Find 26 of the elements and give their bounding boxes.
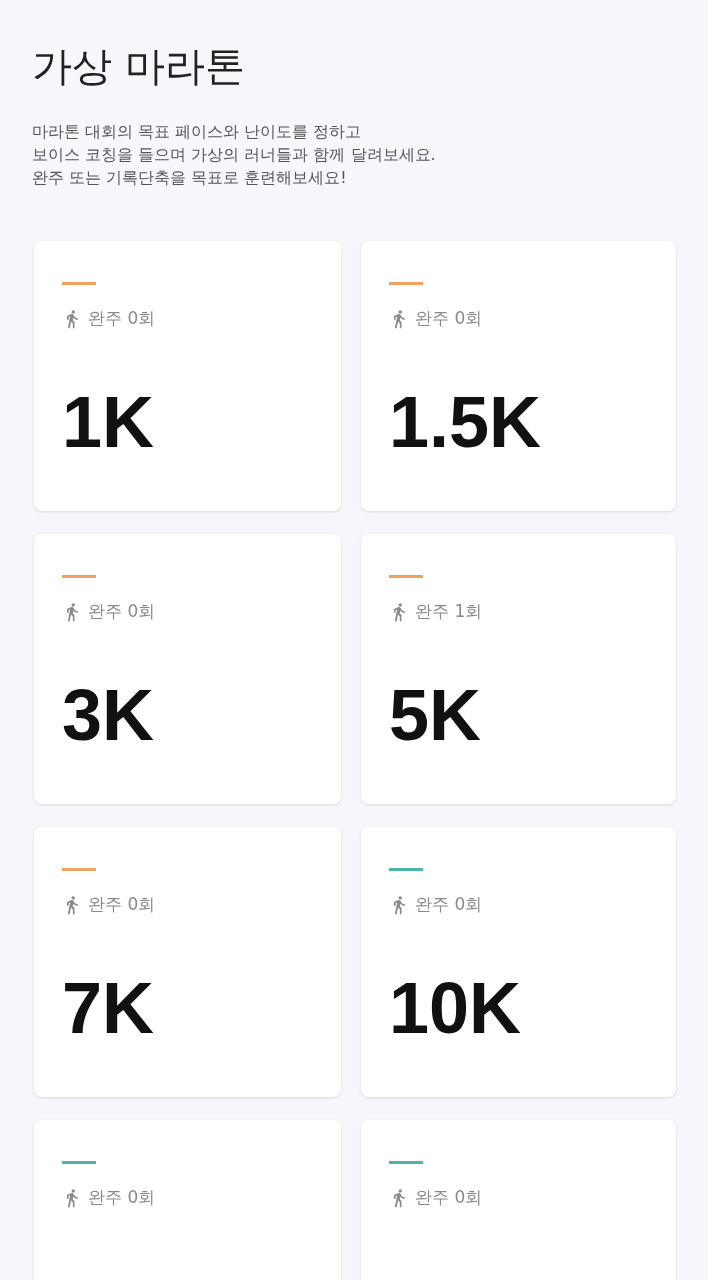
course-card[interactable]: 완주 0회 xyxy=(34,1120,341,1280)
course-card[interactable]: 완주 0회 1K xyxy=(34,241,341,511)
completion-count: 완주 0회 xyxy=(415,1186,483,1209)
course-card[interactable]: 완주 0회 xyxy=(361,1120,676,1280)
course-card[interactable]: 완주 0회 1.5K xyxy=(361,241,676,511)
course-card[interactable]: 완주 0회 10K xyxy=(361,827,676,1097)
completion-count: 완주 0회 xyxy=(415,893,483,916)
completion-count: 완주 0회 xyxy=(88,307,156,330)
course-card[interactable]: 완주 1회 5K xyxy=(361,534,676,804)
distance-label: 3K xyxy=(62,675,156,755)
course-card[interactable]: 완주 0회 7K xyxy=(34,827,341,1097)
distance-label: 7K xyxy=(62,968,156,1048)
description-text: 완주 또는 기록단축을 목표로 훈련해보세요! xyxy=(32,167,348,189)
distance-label: 5K xyxy=(389,675,483,755)
completion-count: 완주 0회 xyxy=(88,600,156,623)
distance-label: 1K xyxy=(62,382,156,462)
description-text: 마라톤 대회의 목표 페이스와 난이도를 정하고 xyxy=(32,121,363,143)
course-card[interactable]: 완주 0회 3K xyxy=(34,534,341,804)
description-text: 보이스 코칭을 들으며 가상의 러너들과 함께 달려보세요. xyxy=(32,144,437,166)
page-title: 가상 마라톤 xyxy=(32,42,246,91)
distance-label: 1.5K xyxy=(389,382,543,462)
distance-label: 10K xyxy=(389,968,523,1048)
completion-count: 완주 1회 xyxy=(415,600,483,623)
completion-count: 완주 0회 xyxy=(88,1186,156,1209)
completion-count: 완주 0회 xyxy=(415,307,483,330)
completion-count: 완주 0회 xyxy=(88,893,156,916)
